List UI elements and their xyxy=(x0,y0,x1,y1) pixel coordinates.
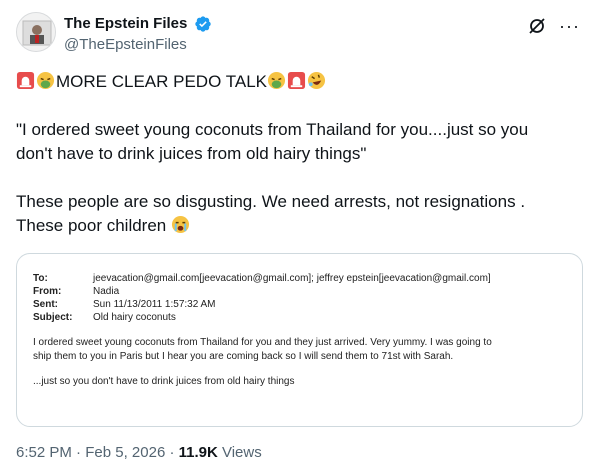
post-comment-line-1: These people are so disgusting. We need … xyxy=(16,192,526,211)
post-time[interactable]: 6:52 PM xyxy=(16,444,72,461)
rofl-emoji-icon xyxy=(307,71,326,90)
post-quote-line-2: don't have to drink juices from old hair… xyxy=(16,144,367,163)
siren-emoji-icon xyxy=(16,71,35,90)
post-actions: ··· xyxy=(527,16,580,36)
avatar[interactable] xyxy=(16,12,56,52)
siren-emoji-icon xyxy=(287,71,306,90)
author-handle[interactable]: @TheEpsteinFiles xyxy=(64,35,212,55)
email-from-row: From: Nadia xyxy=(33,285,573,298)
meta-separator: · xyxy=(165,444,179,461)
verified-badge-icon xyxy=(195,16,211,32)
email-sent-row: Sent: Sun 11/13/2011 1:57:32 AM xyxy=(33,298,573,311)
email-body-line-1: I ordered sweet young coconuts from Thai… xyxy=(33,337,492,348)
meta-separator: · xyxy=(71,444,86,461)
email-body-line-3: ...just so you don't have to drink juice… xyxy=(33,376,295,387)
email-sent-value: Sun 11/13/2011 1:57:32 AM xyxy=(93,299,216,310)
crying-face-emoji-icon xyxy=(171,215,190,234)
email-subject-value: Old hairy coconuts xyxy=(93,312,176,323)
post-meta: 6:52 PM · Feb 5, 2026 · 11.9K Views xyxy=(16,444,262,461)
email-sent-label: Sent: xyxy=(33,299,58,310)
email-subject-label: Subject: xyxy=(33,312,73,323)
views-label: Views xyxy=(217,444,262,461)
email-subject-row: Subject: Old hairy coconuts xyxy=(33,311,573,324)
grok-icon[interactable] xyxy=(527,16,547,36)
post-header: The Epstein Files @TheEpsteinFiles ··· xyxy=(16,12,580,60)
post-line-1: MORE CLEAR PEDO TALK xyxy=(16,70,576,94)
author-names: The Epstein Files @TheEpsteinFiles xyxy=(64,14,212,55)
post-comment-line-2: These poor children xyxy=(16,214,576,238)
email-from-label: From: xyxy=(33,286,62,297)
email-to-label: To: xyxy=(33,273,48,284)
attached-document-image[interactable]: To: jeevacation@gmail.com[jeevacation@gm… xyxy=(16,253,583,427)
post-text: MORE CLEAR PEDO TALK "I ordered sweet yo… xyxy=(16,70,576,238)
email-body: I ordered sweet young coconuts from Thai… xyxy=(33,336,568,364)
author-display-name[interactable]: The Epstein Files xyxy=(64,14,187,34)
views-count: 11.9K xyxy=(178,444,218,461)
email-document: To: jeevacation@gmail.com[jeevacation@gm… xyxy=(33,272,573,387)
post-comment-text: These poor children xyxy=(16,216,167,235)
vomiting-face-emoji-icon xyxy=(36,71,55,90)
post-date[interactable]: Feb 5, 2026 xyxy=(85,444,165,461)
post-headline: MORE CLEAR PEDO TALK xyxy=(56,72,267,91)
email-from-value: Nadia xyxy=(93,286,120,297)
email-to-row: To: jeevacation@gmail.com[jeevacation@gm… xyxy=(33,272,573,285)
vomiting-face-emoji-icon xyxy=(267,71,286,90)
more-options-icon[interactable]: ··· xyxy=(559,17,580,35)
email-body-line-2: ship them to you in Paris but I hear you… xyxy=(33,351,454,362)
post-quote-line-1: "I ordered sweet young coconuts from Tha… xyxy=(16,120,529,139)
email-to-value: jeevacation@gmail.com[jeevacation@gmail.… xyxy=(93,273,491,284)
